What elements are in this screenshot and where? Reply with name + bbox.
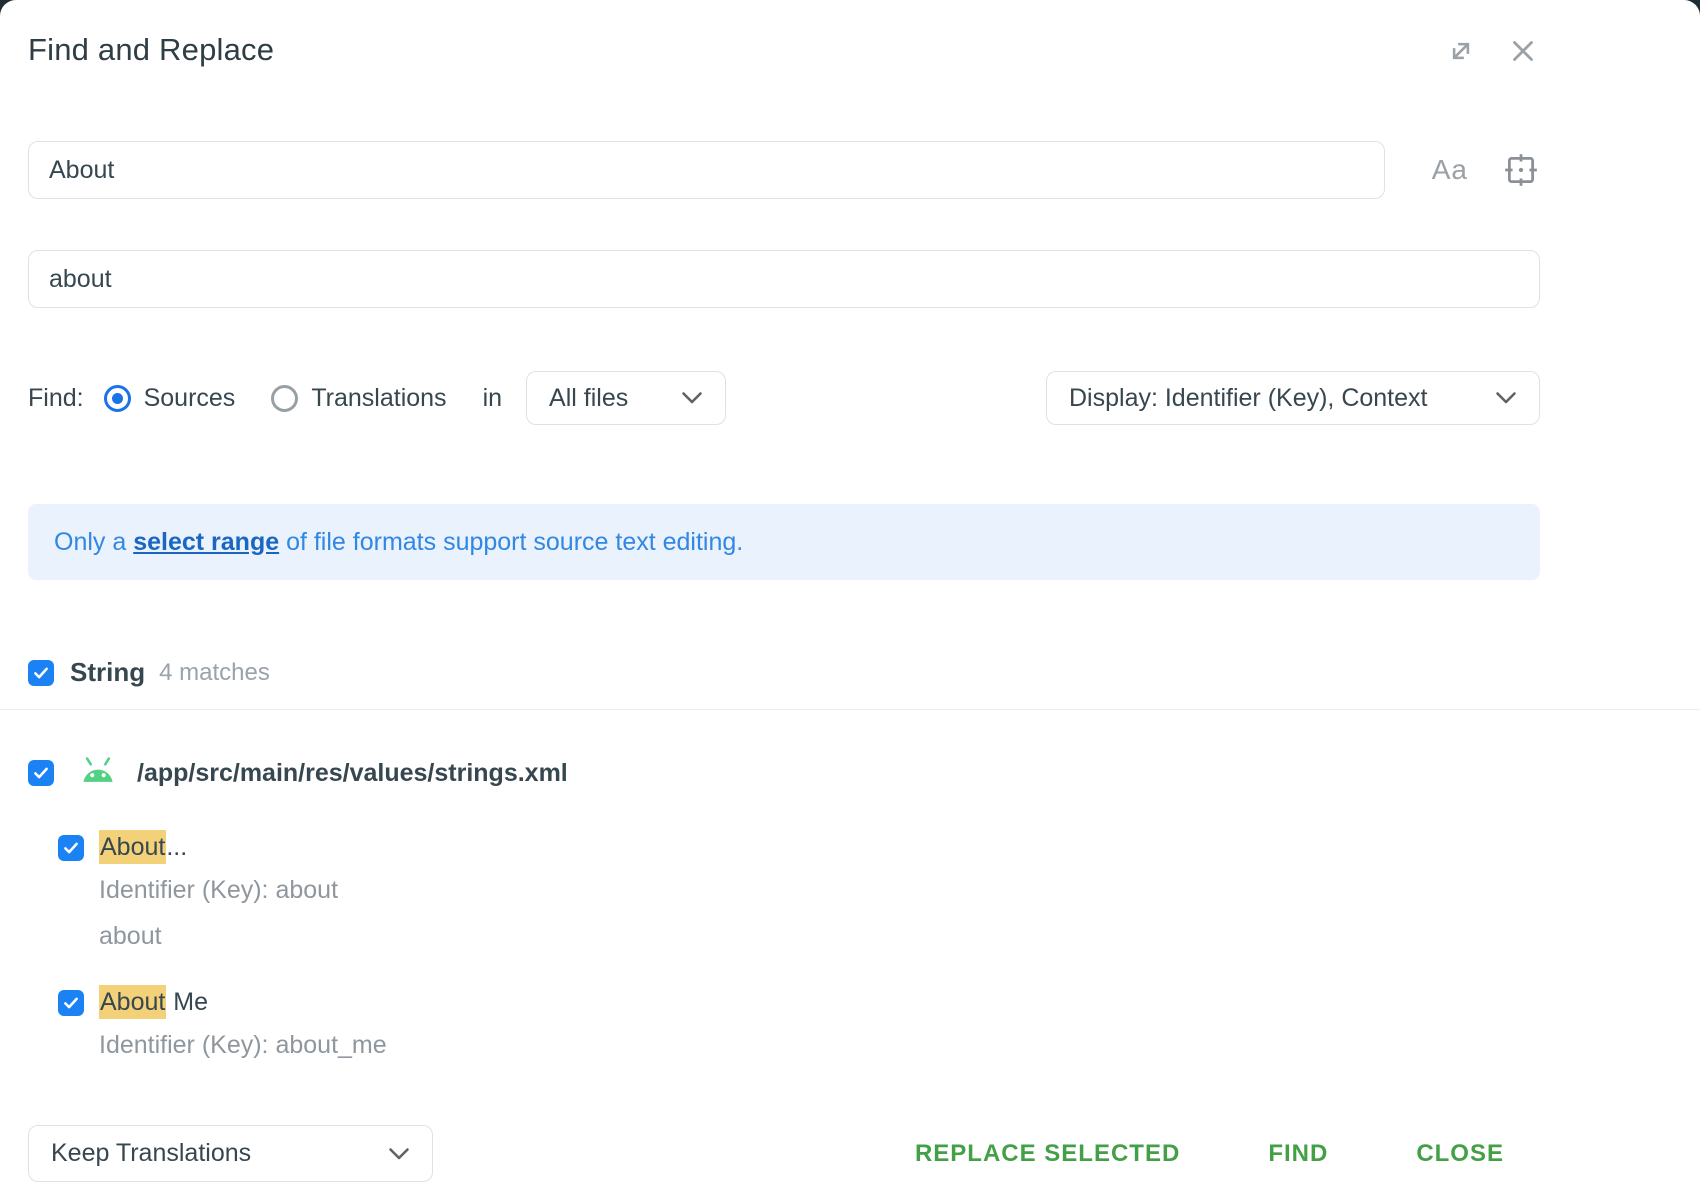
display-mode-value: Display: Identifier (Key), Context	[1069, 384, 1427, 413]
match-content: About Me Identifier (Key): about_me	[99, 988, 387, 1063]
string-group-checkbox[interactable]	[28, 660, 54, 686]
find-button[interactable]: FIND	[1262, 1139, 1334, 1169]
string-group-label: String	[70, 657, 145, 688]
match-case-icon[interactable]: Aa	[1432, 154, 1468, 186]
chevron-down-icon	[1495, 391, 1517, 405]
display-mode-select[interactable]: Display: Identifier (Key), Context	[1046, 371, 1540, 425]
expand-icon[interactable]	[1444, 34, 1478, 68]
match-context: about	[99, 918, 338, 954]
replace-selected-button[interactable]: REPLACE SELECTED	[909, 1139, 1186, 1169]
string-group-count: 4 matches	[159, 659, 270, 687]
match-identifier: Identifier (Key): about	[99, 872, 338, 908]
match-content: About... Identifier (Key): about about	[99, 833, 338, 954]
match-row: About... Identifier (Key): about about	[58, 833, 1540, 954]
file-scope-select[interactable]: All files	[526, 371, 726, 425]
replace-input[interactable]	[28, 250, 1540, 308]
divider	[0, 709, 1700, 710]
keep-translations-value: Keep Translations	[51, 1139, 251, 1168]
match-source-text: About Me	[99, 988, 387, 1017]
chevron-down-icon	[681, 391, 703, 405]
chevron-down-icon	[388, 1147, 410, 1161]
string-group-row: String 4 matches	[28, 657, 1540, 688]
banner-text-prefix: Only a	[54, 528, 133, 557]
info-banner: Only a select range of file formats supp…	[28, 504, 1540, 580]
replace-row	[28, 250, 1540, 308]
in-label: in	[483, 384, 502, 413]
search-row: Aa	[28, 141, 1540, 199]
match-row: About Me Identifier (Key): about_me	[58, 988, 1540, 1063]
match-identifier: Identifier (Key): about_me	[99, 1027, 387, 1063]
file-path: /app/src/main/res/values/strings.xml	[137, 759, 568, 788]
radio-sources-control[interactable]	[104, 385, 131, 412]
match-list: About... Identifier (Key): about about A…	[58, 833, 1540, 1063]
file-row: /app/src/main/res/values/strings.xml	[28, 757, 1540, 789]
radio-sources-label: Sources	[144, 384, 236, 413]
radio-translations[interactable]: Translations	[271, 384, 446, 413]
find-options-row: Find: Sources Translations in All files …	[28, 371, 1540, 425]
file-scope-value: All files	[549, 384, 628, 413]
in-context-icon[interactable]	[1502, 151, 1540, 189]
keep-translations-select[interactable]: Keep Translations	[28, 1125, 433, 1182]
android-icon	[78, 757, 118, 789]
find-and-replace-dialog: Find and Replace Aa	[0, 0, 1700, 1192]
dialog-footer: Keep Translations REPLACE SELECTED FIND …	[28, 1125, 1540, 1182]
dialog-title: Find and Replace	[28, 28, 274, 68]
header-icons	[1444, 28, 1540, 68]
dialog-header: Find and Replace	[28, 28, 1540, 68]
match-highlight: About	[99, 985, 166, 1019]
close-button[interactable]: CLOSE	[1410, 1139, 1510, 1169]
match-source-text: About...	[99, 833, 338, 862]
search-tool-icons: Aa	[1432, 151, 1540, 189]
find-label: Find:	[28, 384, 84, 413]
radio-sources[interactable]: Sources	[104, 384, 236, 413]
radio-translations-label: Translations	[311, 384, 446, 413]
file-checkbox[interactable]	[28, 760, 54, 786]
match-checkbox[interactable]	[58, 990, 84, 1016]
close-icon[interactable]	[1506, 34, 1540, 68]
footer-actions: REPLACE SELECTED FIND CLOSE	[909, 1139, 1510, 1169]
banner-text-suffix: of file formats support source text edit…	[279, 528, 743, 557]
match-checkbox[interactable]	[58, 835, 84, 861]
search-input[interactable]	[28, 141, 1385, 199]
match-highlight: About	[99, 830, 166, 864]
radio-translations-control[interactable]	[271, 385, 298, 412]
select-range-link[interactable]: select range	[133, 528, 279, 557]
